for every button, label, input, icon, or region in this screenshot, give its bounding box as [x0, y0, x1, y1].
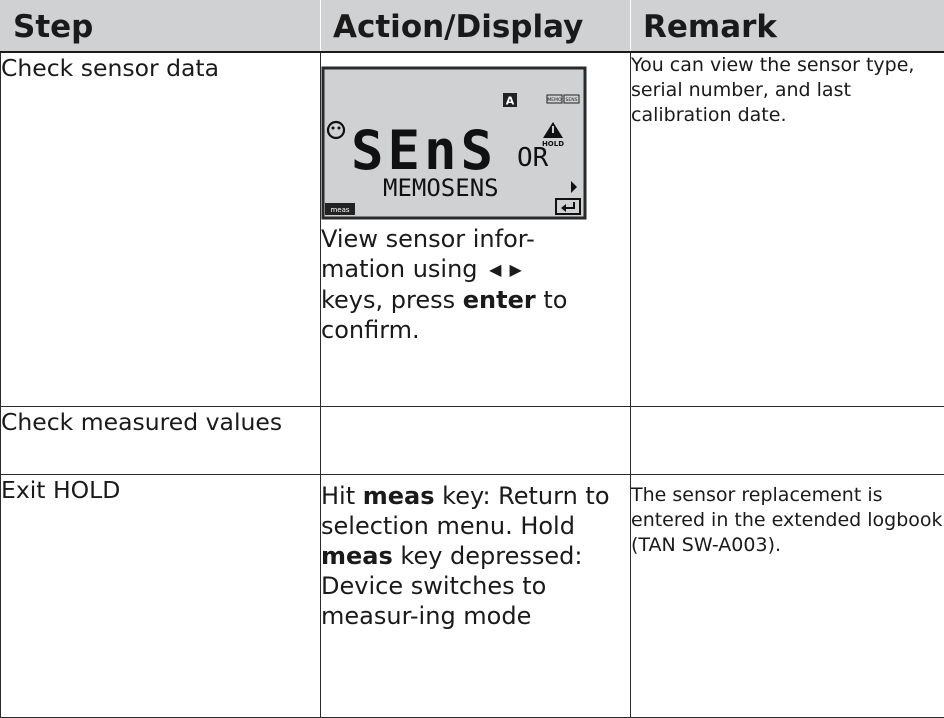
steps-table: Step Action/Display Remark Check sensor …	[0, 0, 944, 718]
enter-key-label: enter	[463, 286, 536, 314]
hold-label: HOLD	[542, 140, 564, 148]
table-row: Exit HOLD Hit meas key: Return to select…	[1, 475, 944, 718]
meas-key-label: meas	[321, 542, 393, 570]
remark-cell: The sensor replacement is entered in the…	[631, 475, 944, 718]
step-cell: Check measured values	[1, 407, 321, 475]
header-row: Step Action/Display Remark	[1, 1, 944, 53]
sens-label: SENS	[566, 97, 578, 103]
lcd-display: A MEMO SENS SEnS OR	[321, 66, 587, 220]
table-row: Check measured values	[1, 407, 944, 475]
action-cell	[321, 407, 631, 475]
step-cell: Exit HOLD	[1, 475, 321, 718]
action-text: View sensor infor- mation using ◀▶ keys,…	[321, 224, 630, 345]
left-triangle-icon: ◀	[489, 255, 501, 285]
meas-label: meas	[330, 206, 349, 214]
display-main-text: SEnS	[351, 119, 497, 182]
action-cell: A MEMO SENS SEnS OR	[321, 52, 631, 407]
right-triangle-icon: ▶	[509, 255, 521, 285]
header-step: Step	[1, 1, 321, 53]
indicator-a: A	[506, 95, 515, 108]
memo-label: MEMO	[547, 97, 562, 103]
header-action: Action/Display	[321, 1, 631, 53]
action-cell: Hit meas key: Return to selection menu. …	[321, 475, 631, 718]
display-sub-text: MEMOSENS	[383, 174, 499, 202]
table-row: Check sensor data A MEMO SENS	[1, 52, 944, 407]
remark-cell	[631, 407, 944, 475]
meas-key-label: meas	[363, 482, 435, 510]
step-cell: Check sensor data	[1, 52, 321, 407]
header-remark: Remark	[631, 1, 944, 53]
remark-cell: You can view the sensor type, serial num…	[631, 52, 944, 407]
